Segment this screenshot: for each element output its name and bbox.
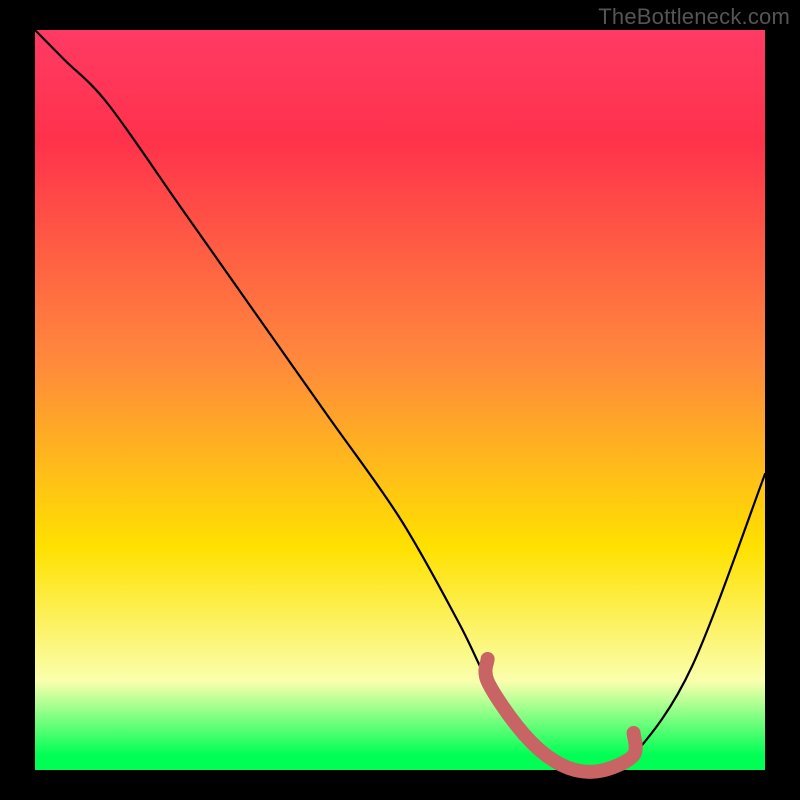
watermark-text: TheBottleneck.com — [598, 4, 790, 30]
bottleneck-chart — [0, 0, 800, 800]
plot-area — [35, 30, 765, 770]
chart-stage: TheBottleneck.com — [0, 0, 800, 800]
